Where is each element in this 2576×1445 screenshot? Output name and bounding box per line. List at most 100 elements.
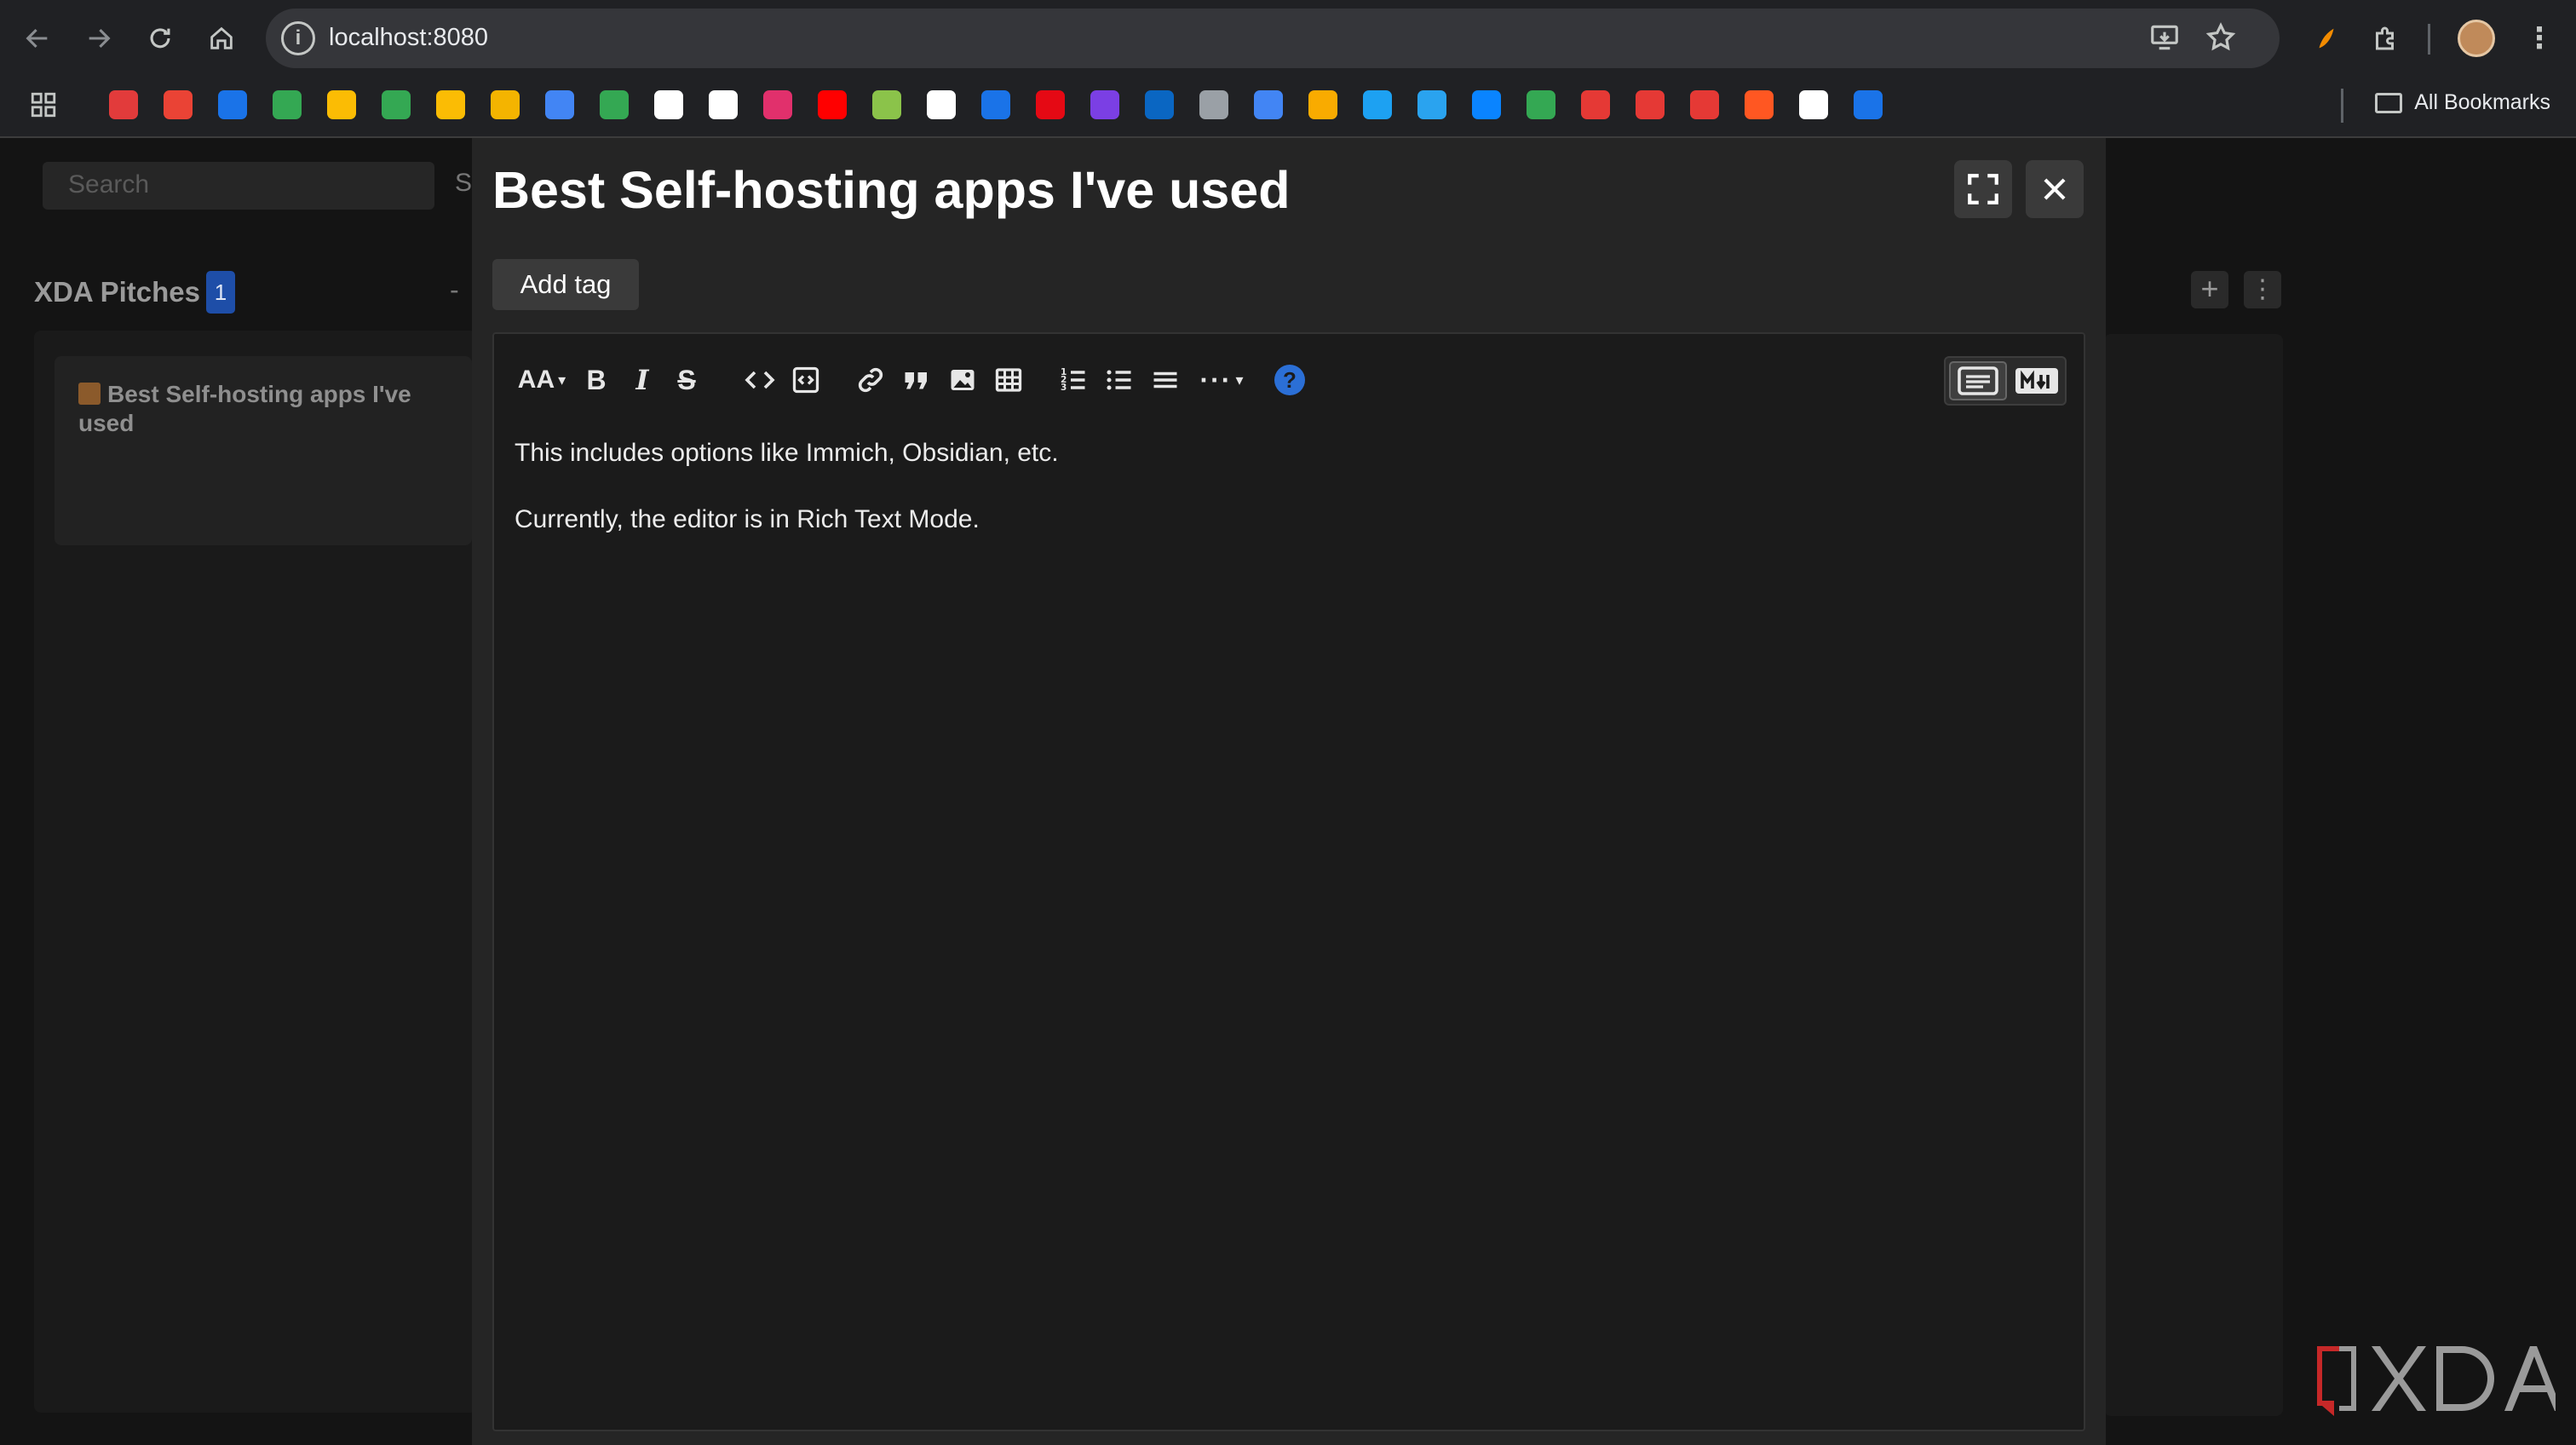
horizontal-rule-button[interactable] xyxy=(1145,360,1186,400)
bookmark-favicon-icon[interactable] xyxy=(818,90,847,119)
paragraph-1: This includes options like Immich, Obsid… xyxy=(515,439,1059,467)
bookmark-favicon-icon[interactable] xyxy=(763,90,792,119)
bookmark-favicon-icon[interactable] xyxy=(109,90,138,119)
horizontal-rule-icon xyxy=(1153,371,1177,389)
extensions-puzzle-icon[interactable] xyxy=(2363,15,2409,61)
kanban-column-right xyxy=(2104,334,2283,1416)
modal-title[interactable]: Best Self-hosting apps I've used xyxy=(492,160,1290,220)
inline-code-button[interactable] xyxy=(739,360,780,400)
markdown-icon xyxy=(2015,368,2058,394)
column-menu-icon[interactable]: ⋮ xyxy=(2244,271,2281,308)
bookmark-favicon-icon[interactable] xyxy=(273,90,302,119)
kanban-card[interactable]: Best Self-hosting apps I've used xyxy=(55,356,472,545)
close-icon xyxy=(2044,178,2066,200)
bookmark-favicon-icon[interactable] xyxy=(327,90,356,119)
bookmark-favicon-icon[interactable] xyxy=(1036,90,1065,119)
bookmark-favicon-icon[interactable] xyxy=(1417,90,1446,119)
bookmark-favicon-icon[interactable] xyxy=(1090,90,1119,119)
table-icon xyxy=(995,368,1022,392)
reload-button[interactable] xyxy=(136,14,184,62)
bookmark-favicon-icon[interactable] xyxy=(1745,90,1774,119)
search-after-text: S xyxy=(455,169,473,197)
bookmark-favicon-icon[interactable] xyxy=(709,90,738,119)
editor-toolbar: AA ▾ B I S 123 ··· ▾ ? xyxy=(494,334,2084,428)
extension-orange-icon[interactable] xyxy=(2303,15,2349,61)
bullet-list-icon xyxy=(1107,370,1131,390)
rich-text-icon xyxy=(1958,366,1998,395)
url-text: localhost:8080 xyxy=(329,24,489,51)
more-options-button[interactable]: ··· ▾ xyxy=(1194,360,1249,400)
card-title: Best Self-hosting apps I've used xyxy=(78,381,411,436)
all-bookmarks-button[interactable]: All Bookmarks xyxy=(2375,90,2550,115)
bold-button[interactable]: B xyxy=(579,360,613,400)
bookmark-favicon-icon[interactable] xyxy=(545,90,574,119)
bookmark-favicon-icon[interactable] xyxy=(600,90,629,119)
bookmark-favicon-icon[interactable] xyxy=(872,90,901,119)
folder-icon xyxy=(2375,92,2403,113)
add-tag-button[interactable]: Add tag xyxy=(492,259,639,310)
bookmarks-bar: All Bookmarks xyxy=(0,77,2576,138)
browser-menu-icon[interactable]: ⋮ xyxy=(2516,15,2562,61)
bookmark-favicon-icon[interactable] xyxy=(1254,90,1283,119)
bookmark-star-icon[interactable] xyxy=(2205,21,2237,61)
close-button[interactable] xyxy=(2026,160,2084,218)
bookmark-favicon-icon[interactable] xyxy=(1308,90,1337,119)
add-card-button[interactable]: + xyxy=(2191,271,2228,308)
image-button[interactable] xyxy=(942,360,983,400)
bookmark-favicon-icon[interactable] xyxy=(1199,90,1228,119)
column-collapse-button[interactable]: - xyxy=(450,274,459,306)
toolbar-divider xyxy=(2428,24,2430,55)
editor-content[interactable]: This includes options like Immich, Obsid… xyxy=(515,436,1059,569)
italic-button[interactable]: I xyxy=(625,360,659,400)
site-info-icon[interactable]: i xyxy=(281,21,315,55)
arrow-right-icon xyxy=(89,28,111,49)
ordered-list-button[interactable]: 123 xyxy=(1053,360,1094,400)
quote-icon xyxy=(905,372,927,389)
heading-button[interactable]: AA ▾ xyxy=(516,360,567,400)
bookmark-favicon-icon[interactable] xyxy=(218,90,247,119)
bullet-list-button[interactable] xyxy=(1099,360,1140,400)
card-editor-modal: Best Self-hosting apps I've used Add tag… xyxy=(472,138,2106,1445)
back-button[interactable] xyxy=(14,14,61,62)
rich-text-editor[interactable]: AA ▾ B I S 123 ··· ▾ ? This includes opt… xyxy=(492,332,2085,1431)
link-button[interactable] xyxy=(850,360,891,400)
install-app-icon[interactable] xyxy=(2148,21,2181,61)
fullscreen-button[interactable] xyxy=(1954,160,2012,218)
bookmark-favicon-icon[interactable] xyxy=(1581,90,1610,119)
profile-avatar[interactable] xyxy=(2453,15,2499,61)
bookmark-favicon-icon[interactable] xyxy=(1363,90,1392,119)
xda-logo-icon xyxy=(2317,1346,2556,1416)
bookmark-favicon-icon[interactable] xyxy=(1145,90,1174,119)
markdown-mode-button[interactable] xyxy=(2012,363,2061,399)
strikethrough-button[interactable]: S xyxy=(670,360,704,400)
address-bar[interactable]: i localhost:8080 xyxy=(266,9,2280,68)
column-title: XDA Pitches xyxy=(34,276,201,308)
image-icon xyxy=(951,370,975,390)
search-input[interactable]: Search xyxy=(43,162,434,210)
arrow-left-icon xyxy=(26,28,48,49)
bookmark-favicon-icon[interactable] xyxy=(436,90,465,119)
bookmarks-divider xyxy=(2341,89,2343,123)
quote-button[interactable] xyxy=(896,360,937,400)
bookmark-favicon-icon[interactable] xyxy=(491,90,520,119)
home-button[interactable] xyxy=(198,14,245,62)
forward-button[interactable] xyxy=(75,14,123,62)
bookmark-favicon-icon[interactable] xyxy=(1527,90,1555,119)
bookmark-favicon-icon[interactable] xyxy=(1636,90,1665,119)
bookmark-favicon-icon[interactable] xyxy=(1799,90,1828,119)
apps-grid-icon[interactable] xyxy=(29,90,58,119)
table-button[interactable] xyxy=(988,360,1029,400)
bookmark-favicon-icon[interactable] xyxy=(164,90,193,119)
bookmark-favicon-icon[interactable] xyxy=(981,90,1010,119)
rich-text-mode-button[interactable] xyxy=(1949,361,2007,400)
bookmark-favicon-icon[interactable] xyxy=(382,90,411,119)
help-button[interactable]: ? xyxy=(1274,365,1305,395)
code-block-button[interactable] xyxy=(785,360,826,400)
bookmark-favicon-icon[interactable] xyxy=(1854,90,1883,119)
code-icon xyxy=(745,371,775,389)
bookmark-favicon-icon[interactable] xyxy=(1690,90,1719,119)
bookmark-favicon-icon[interactable] xyxy=(927,90,956,119)
bookmark-favicon-icon[interactable] xyxy=(654,90,683,119)
bookmark-favicon-icon[interactable] xyxy=(1472,90,1501,119)
browser-toolbar: i localhost:8080 ⋮ xyxy=(0,0,2576,77)
